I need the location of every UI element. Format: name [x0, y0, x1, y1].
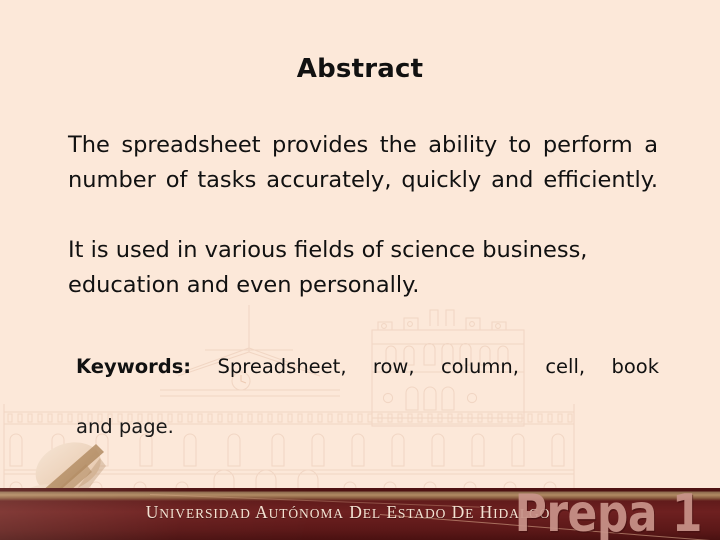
institution-name: UNIVERSIDAD AUTÓNOMA DEL ESTADO DE HIDAL…: [145, 502, 551, 522]
keywords-list: Spreadsheet, row, column, cell, book: [217, 355, 660, 378]
abstract-paragraph-2: It is used in various fields of science …: [68, 237, 588, 298]
footer-bar: UNIVERSIDAD AUTÓNOMA DEL ESTADO DE HIDAL…: [0, 488, 720, 540]
page-title: Abstract: [296, 54, 424, 84]
slide-canvas: Abstract The spreadsheet provides the ab…: [0, 0, 720, 540]
keywords-line: Keywords: Spreadsheet, row, column, cell…: [76, 352, 659, 412]
abstract-paragraph-1: The spreadsheet provides the ability to …: [68, 132, 658, 193]
keywords-section: Keywords: Spreadsheet, row, column, cell…: [76, 352, 659, 442]
prepa-logo-text: Prepa 1: [514, 488, 703, 540]
keywords-continuation: and page.: [76, 415, 174, 438]
keywords-label: Keywords:: [76, 355, 192, 378]
abstract-body: The spreadsheet provides the ability to …: [68, 128, 658, 303]
